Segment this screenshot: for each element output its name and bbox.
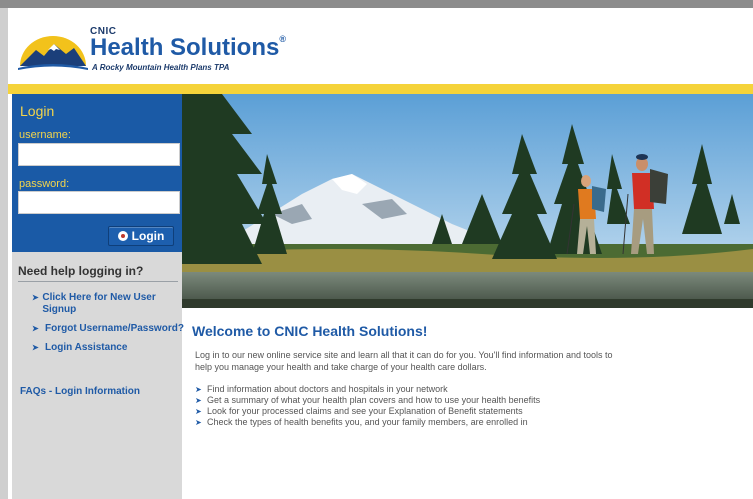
- arrow-right-icon: ➤: [32, 343, 39, 352]
- window-left-border: [0, 8, 8, 499]
- login-button-icon: [117, 231, 128, 241]
- logo-name: Health Solutions®: [90, 34, 286, 62]
- login-assistance-link[interactable]: ➤ Login Assistance: [32, 342, 172, 354]
- list-item: ➤ Check the types of health benefits you,…: [195, 417, 540, 428]
- logo-tagline: A Rocky Mountain Health Plans TPA: [92, 63, 230, 72]
- login-button[interactable]: Login: [108, 226, 174, 246]
- list-item: ➤ Get a summary of what your health plan …: [195, 395, 540, 406]
- help-heading: Need help logging in?: [18, 264, 144, 278]
- password-label: password:: [19, 178, 70, 190]
- welcome-intro: Log in to our new online service site an…: [195, 350, 613, 372]
- new-user-signup-link[interactable]: ➤ Click Here for New User Signup: [32, 292, 162, 316]
- login-title: Login: [20, 103, 55, 119]
- list-item: ➤ Look for your processed claims and see …: [195, 406, 540, 417]
- forgot-credentials-label: Forgot Username/Password?: [45, 323, 184, 334]
- feature-text: Find information about doctors and hospi…: [207, 384, 448, 394]
- registered-mark: ®: [279, 34, 286, 44]
- faq-link[interactable]: FAQs - Login Information: [20, 386, 140, 397]
- welcome-heading: Welcome to CNIC Health Solutions!: [192, 323, 428, 339]
- password-input[interactable]: [18, 191, 180, 214]
- arrow-right-icon: ➤: [195, 407, 202, 416]
- login-panel: Login username: password: Login: [12, 94, 182, 252]
- login-assistance-label: Login Assistance: [45, 342, 128, 353]
- forgot-credentials-link[interactable]: ➤ Forgot Username/Password?: [32, 323, 192, 335]
- feature-text: Look for your processed claims and see y…: [207, 406, 523, 416]
- username-label: username:: [19, 129, 71, 141]
- feature-text: Check the types of health benefits you, …: [207, 417, 528, 427]
- header-accent-bar: [8, 84, 753, 94]
- list-item: ➤ Find information about doctors and hosp…: [195, 384, 540, 395]
- login-button-label: Login: [131, 229, 165, 243]
- feature-list: ➤ Find information about doctors and hosp…: [195, 384, 540, 428]
- site-header: CNIC Health Solutions® A Rocky Mountain …: [8, 8, 753, 84]
- hero-image: [182, 94, 753, 308]
- arrow-right-icon: ➤: [195, 396, 202, 405]
- sidebar: Login username: password: Login Need hel…: [12, 94, 184, 499]
- username-input[interactable]: [18, 143, 180, 166]
- arrow-right-icon: ➤: [195, 418, 202, 427]
- hikers-mountain-photo: [182, 94, 753, 308]
- new-user-signup-label: Click Here for New User Signup: [42, 292, 156, 315]
- help-divider: [18, 281, 178, 282]
- logo-name-text: Health Solutions: [90, 34, 280, 61]
- arrow-right-icon: ➤: [32, 293, 39, 302]
- arrow-right-icon: ➤: [32, 324, 39, 333]
- window-top-border: [0, 0, 753, 8]
- feature-text: Get a summary of what your health plan c…: [207, 395, 541, 405]
- mountain-logo-icon: [18, 36, 88, 70]
- arrow-right-icon: ➤: [195, 385, 202, 394]
- cnic-logo[interactable]: CNIC Health Solutions® A Rocky Mountain …: [18, 24, 286, 84]
